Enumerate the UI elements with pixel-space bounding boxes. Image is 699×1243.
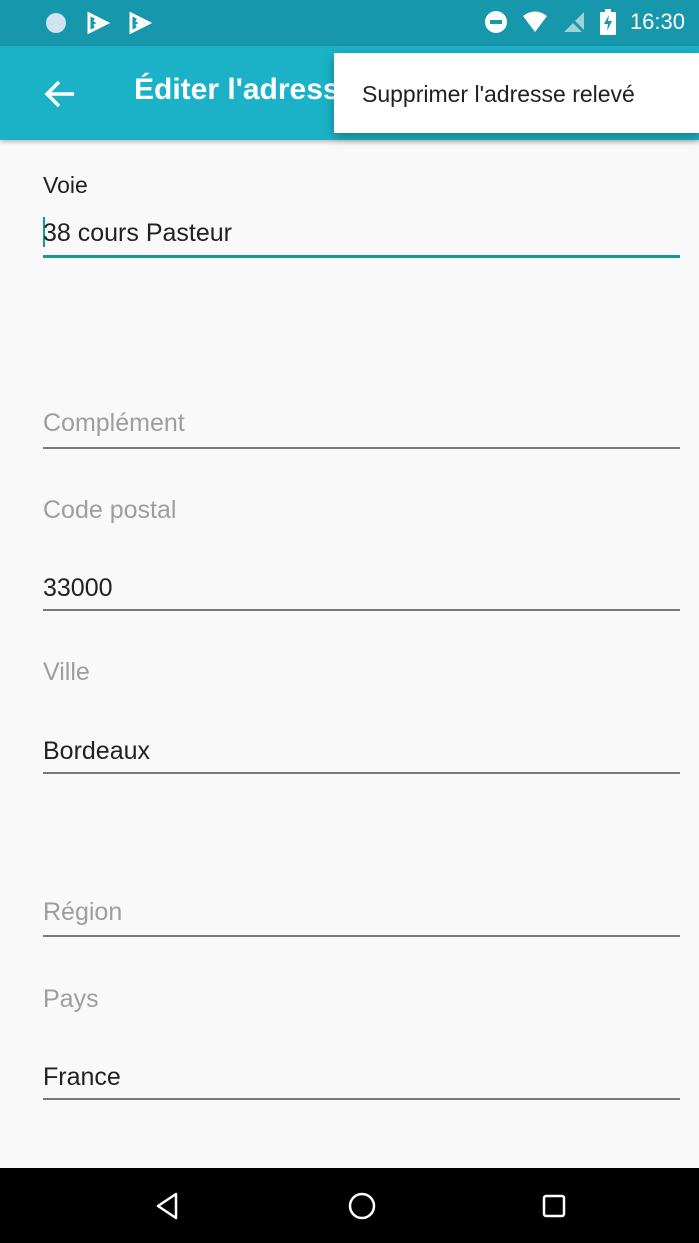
code-postal-label: Code postal [43,496,177,524]
ville-field[interactable]: Bordeaux [43,737,150,766]
arrow-left-icon[interactable] [40,74,80,114]
ville-underline [43,772,680,774]
code-postal-underline [43,609,680,611]
play-store-icon [87,11,110,35]
status-bar: 16:30 [0,0,699,46]
region-field[interactable]: Région [43,898,122,927]
ville-label: Ville [43,658,90,686]
voie-label: Voie [43,172,88,198]
recents-square-icon[interactable] [536,1188,572,1224]
wifi-icon [522,11,547,32]
home-circle-icon[interactable] [344,1188,380,1224]
back-triangle-icon[interactable] [150,1188,186,1224]
battery-charging-icon [599,9,616,35]
status-time: 16:30 [629,9,685,34]
overflow-menu: Supprimer l'adresse relevé [334,53,699,133]
voie-field[interactable]: 38 cours Pasteur [43,219,232,248]
navigation-bar [0,1168,699,1243]
circle-icon [46,13,66,33]
pays-underline [43,1098,680,1100]
status-left-icons [44,11,152,35]
page-title: Éditer l'adresse [134,73,357,106]
complement-field[interactable]: Complément [43,409,185,438]
do-not-disturb-icon [484,11,507,33]
voie-underline [43,255,680,258]
pays-label: Pays [43,985,99,1013]
no-sim-icon [562,10,585,34]
delete-address-menu-item[interactable]: Supprimer l'adresse relevé [362,81,635,108]
complement-underline [43,447,680,449]
play-store-icon [129,11,152,35]
pays-field[interactable]: France [43,1063,121,1092]
code-postal-field[interactable]: 33000 [43,574,113,603]
status-right-icons: 16:30 [484,9,685,35]
region-underline [43,935,680,937]
